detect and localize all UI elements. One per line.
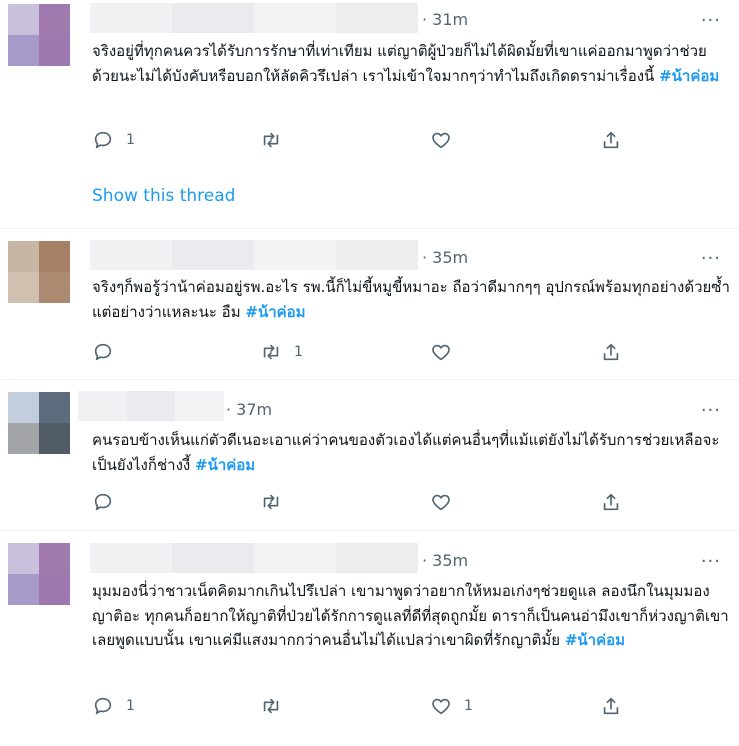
tweet-2[interactable]: · 35m ··· จริงๆก็พอรู้ว่าน้าค่อมอยู่รพ.อ… — [0, 229, 739, 379]
tweet-body: จริงๆก็พอรู้ว่าน้าค่อมอยู่รพ.อะไร รพ.นี้… — [92, 278, 730, 321]
reply-icon — [94, 131, 112, 149]
retweet-icon — [263, 698, 279, 714]
more-icon[interactable]: ··· — [701, 551, 721, 572]
retweet-button[interactable] — [260, 491, 294, 513]
like-count: 1 — [464, 698, 473, 714]
like-icon — [432, 132, 450, 149]
timestamp[interactable]: · 35m — [422, 551, 468, 570]
share-icon — [603, 697, 619, 715]
user-name-blurred[interactable] — [90, 240, 418, 270]
share-icon — [603, 131, 619, 149]
reply-icon — [94, 493, 112, 511]
more-icon[interactable]: ··· — [701, 248, 721, 269]
avatar[interactable] — [8, 241, 70, 303]
user-name-blurred[interactable] — [78, 391, 225, 421]
like-icon — [432, 698, 450, 715]
tweet-4[interactable]: · 35m ··· มุมมองนี่ว่าชาวเน็ตคิดมากเกินไ… — [0, 531, 739, 746]
reply-button[interactable] — [92, 491, 126, 513]
tweet-text: จริงอยู่ที่ทุกคนควรได้รับการรักษาที่เท่า… — [92, 39, 732, 88]
avatar[interactable] — [8, 543, 70, 605]
tweet-body: มุมมองนี่ว่าชาวเน็ตคิดมากเกินไปรึเปล่า เ… — [92, 582, 729, 649]
like-button[interactable]: 1 — [430, 695, 473, 717]
reply-button[interactable] — [92, 341, 126, 363]
retweet-icon — [263, 494, 279, 510]
retweet-button[interactable]: 1 — [260, 341, 303, 363]
timestamp[interactable]: · 35m — [422, 248, 468, 267]
show-thread-link[interactable]: Show this thread — [92, 186, 235, 206]
retweet-button[interactable] — [260, 695, 294, 717]
hashtag-link[interactable]: #น้าค่อม — [195, 456, 255, 474]
like-button[interactable] — [430, 129, 464, 151]
tweet-body: คนรอบข้างเห็นแก่ตัวดีเนอะเอาแค่ว่าคนของต… — [92, 431, 720, 474]
retweet-count: 1 — [294, 344, 303, 360]
hashtag-link[interactable]: #น้าค่อม — [565, 631, 625, 649]
reply-button[interactable]: 1 — [92, 129, 135, 151]
tweet-actions: 1 — [92, 129, 652, 153]
more-icon[interactable]: ··· — [701, 400, 721, 421]
hashtag-link[interactable]: #น้าค่อม — [245, 303, 305, 321]
reply-icon — [94, 343, 112, 361]
reply-button[interactable]: 1 — [92, 695, 135, 717]
tweet-text: จริงๆก็พอรู้ว่าน้าค่อมอยู่รพ.อะไร รพ.นี้… — [92, 275, 732, 324]
retweet-button[interactable] — [260, 129, 294, 151]
share-button[interactable] — [600, 491, 622, 513]
like-icon — [432, 344, 450, 361]
tweet-body: จริงอยู่ที่ทุกคนควรได้รับการรักษาที่เท่า… — [92, 42, 707, 85]
reply-count: 1 — [126, 132, 135, 148]
tweet-1[interactable]: · 31m ··· จริงอยู่ที่ทุกคนควรได้รับการรั… — [0, 0, 739, 228]
avatar[interactable] — [8, 392, 70, 454]
tweet-text: มุมมองนี่ว่าชาวเน็ตคิดมากเกินไปรึเปล่า เ… — [92, 579, 732, 653]
reply-count: 1 — [126, 698, 135, 714]
like-icon — [432, 494, 450, 511]
tweet-actions: 1 1 — [92, 695, 652, 719]
share-button[interactable] — [600, 695, 622, 717]
share-icon — [603, 343, 619, 361]
timestamp[interactable]: · 37m — [226, 400, 272, 419]
timestamp[interactable]: · 31m — [422, 10, 468, 29]
retweet-icon — [263, 132, 279, 148]
retweet-icon — [263, 344, 279, 360]
tweet-actions — [92, 491, 652, 515]
like-button[interactable] — [430, 491, 464, 513]
avatar[interactable] — [8, 4, 70, 66]
share-button[interactable] — [600, 341, 622, 363]
reply-icon — [94, 697, 112, 715]
more-icon[interactable]: ··· — [701, 10, 721, 31]
share-icon — [603, 493, 619, 511]
tweet-actions: 1 — [92, 341, 652, 365]
tweet-3[interactable]: · 37m ··· คนรอบข้างเห็นแก่ตัวดีเนอะเอาแค… — [0, 380, 739, 530]
tweet-text: คนรอบข้างเห็นแก่ตัวดีเนอะเอาแค่ว่าคนของต… — [92, 428, 732, 477]
share-button[interactable] — [600, 129, 622, 151]
user-name-blurred[interactable] — [90, 3, 418, 33]
like-button[interactable] — [430, 341, 464, 363]
user-name-blurred[interactable] — [90, 543, 418, 573]
hashtag-link[interactable]: #น้าค่อม — [659, 67, 719, 85]
